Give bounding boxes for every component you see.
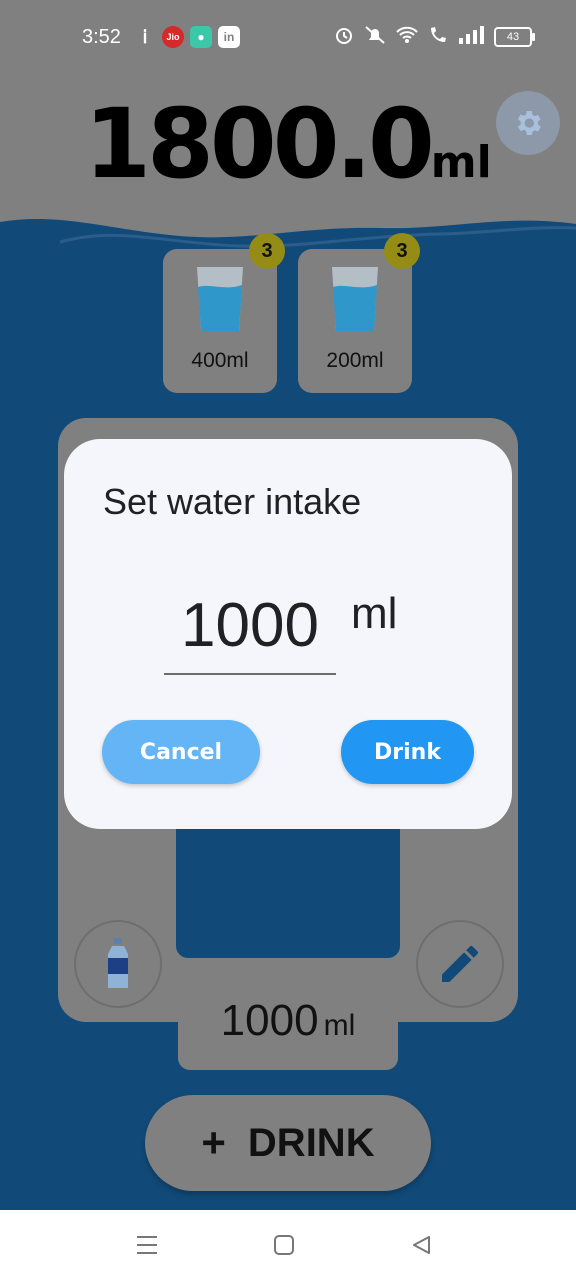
intake-amount-input[interactable] <box>164 577 336 675</box>
preset-count-badge: 3 <box>384 233 420 269</box>
battery-icon: 43 <box>494 27 535 47</box>
preset-400ml[interactable]: 400ml <box>163 249 277 393</box>
signal-icon <box>458 26 484 48</box>
preset-200ml[interactable]: 200ml <box>298 249 412 393</box>
set-intake-dialog: Set water intake ml Cancel Drink <box>64 439 512 829</box>
alarm-icon <box>334 25 354 49</box>
dialog-unit: ml <box>351 589 398 638</box>
dialog-title: Set water intake <box>103 481 362 522</box>
mute-icon <box>364 25 386 49</box>
drink-button[interactable]: + DRINK <box>145 1095 431 1191</box>
drink-button-label: DRINK <box>247 1120 375 1165</box>
dialog-drink-button[interactable]: Drink <box>341 720 474 784</box>
pencil-icon <box>442 945 478 982</box>
bottle-button[interactable] <box>74 920 162 1008</box>
cancel-button[interactable]: Cancel <box>102 720 260 784</box>
app-screen: 3:52 ⅰ Jio ● in 43 1800.0ml 400ml 3 200m… <box>0 0 576 1210</box>
info-icon: ⅰ <box>142 26 148 47</box>
navigation-bar <box>0 1210 576 1280</box>
container-amount: 1000 ml <box>178 990 398 1070</box>
home-icon[interactable] <box>271 1232 297 1258</box>
chat-app-icon: ● <box>190 26 212 48</box>
wifi-icon <box>396 26 418 48</box>
glass-icon <box>332 267 378 331</box>
jio-icon: Jio <box>162 26 184 48</box>
container-amount-value: 1000 <box>220 996 319 1045</box>
settings-button[interactable] <box>496 91 560 155</box>
gear-icon <box>517 111 541 135</box>
total-unit: ml <box>430 137 492 188</box>
plus-icon: + <box>201 1119 226 1166</box>
container-amount-unit: ml <box>323 1009 356 1042</box>
preset-count-badge: 3 <box>249 233 285 269</box>
preset-label: 200ml <box>326 349 384 372</box>
status-time: 3:52 <box>82 26 121 48</box>
total-intake: 1800.0ml <box>0 88 576 200</box>
status-right-icons: 43 <box>334 24 535 50</box>
linkedin-icon: in <box>218 26 240 48</box>
total-value: 1800.0 <box>84 88 434 200</box>
bottle-icon <box>108 938 128 988</box>
glass-icon <box>197 267 243 331</box>
edit-button[interactable] <box>416 920 504 1008</box>
wifi-call-icon <box>428 25 448 49</box>
status-bar: 3:52 ⅰ Jio ● in 43 <box>0 0 576 74</box>
preset-label: 400ml <box>191 349 249 372</box>
menu-icon[interactable] <box>134 1232 160 1258</box>
back-icon[interactable] <box>408 1232 434 1258</box>
